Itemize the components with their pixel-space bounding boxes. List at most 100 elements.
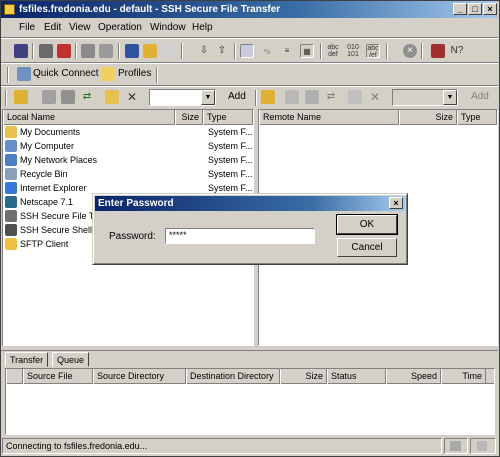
horizontal-splitter[interactable] bbox=[1, 346, 498, 351]
column-direction[interactable] bbox=[6, 369, 23, 384]
delete-icon[interactable]: ✕ bbox=[368, 90, 382, 104]
tab-transfer[interactable]: Transfer bbox=[5, 352, 49, 367]
tab-queue[interactable]: Queue bbox=[52, 352, 90, 367]
dialog-close-button[interactable]: × bbox=[389, 197, 403, 209]
ssh-file-icon bbox=[5, 210, 17, 222]
toolbar-separator bbox=[156, 67, 158, 83]
column-size[interactable]: Size bbox=[175, 110, 203, 125]
toolbar-separator bbox=[421, 43, 423, 59]
view-small-icons-icon[interactable]: ▫₂ bbox=[260, 44, 274, 58]
close-button[interactable]: × bbox=[483, 3, 497, 15]
menu-operation[interactable]: Operation bbox=[98, 22, 142, 33]
column-time[interactable]: Time bbox=[441, 369, 486, 384]
password-dialog: Enter Password × Password: ***** OK Canc… bbox=[92, 193, 408, 265]
refresh-folder-icon[interactable] bbox=[61, 90, 75, 104]
help-icon[interactable]: N? bbox=[450, 44, 464, 58]
column-source-directory[interactable]: Source Directory bbox=[93, 369, 186, 384]
new-terminal-icon[interactable] bbox=[57, 44, 71, 58]
up-folder-icon[interactable] bbox=[261, 90, 275, 104]
up-folder-icon[interactable] bbox=[14, 90, 28, 104]
password-field[interactable]: ***** bbox=[165, 228, 315, 244]
copy-icon[interactable] bbox=[81, 44, 95, 58]
remote-columns-header: Remote Name Size Type bbox=[259, 110, 497, 125]
column-status[interactable]: Status bbox=[327, 369, 386, 384]
remote-path-combo[interactable]: ▼ bbox=[392, 89, 458, 106]
settings-icon[interactable] bbox=[161, 44, 175, 58]
folder-icon[interactable] bbox=[143, 44, 157, 58]
toolbar-grip bbox=[255, 90, 257, 106]
save-icon[interactable] bbox=[14, 44, 28, 58]
find-icon[interactable] bbox=[125, 44, 139, 58]
column-source-file[interactable]: Source File bbox=[23, 369, 93, 384]
column-size[interactable]: Size bbox=[399, 110, 457, 125]
connection-icon bbox=[450, 441, 461, 451]
column-size[interactable]: Size bbox=[280, 369, 327, 384]
download-icon[interactable]: ⇩ bbox=[197, 44, 211, 58]
title-bar[interactable]: fsfiles.fredonia.edu - default - SSH Sec… bbox=[1, 1, 498, 18]
quick-connect-button[interactable]: Quick Connect bbox=[33, 68, 99, 79]
delete-icon[interactable]: ✕ bbox=[125, 90, 139, 104]
window-title: fsfiles.fredonia.edu - default - SSH Sec… bbox=[19, 4, 281, 15]
binary-mode-icon[interactable]: 010 101 bbox=[346, 44, 360, 58]
column-type[interactable]: Type bbox=[457, 110, 497, 125]
folder-docs-icon bbox=[5, 126, 17, 138]
minimize-button[interactable]: _ bbox=[453, 3, 467, 15]
column-local-name[interactable]: Local Name bbox=[3, 110, 175, 125]
ok-button[interactable]: OK bbox=[336, 214, 398, 235]
chevron-down-icon[interactable]: ▼ bbox=[201, 90, 215, 105]
menu-help[interactable]: Help bbox=[192, 22, 213, 33]
column-remote-name[interactable]: Remote Name bbox=[259, 110, 399, 125]
refresh-icon[interactable]: ⇄ bbox=[324, 90, 338, 104]
paste-icon[interactable] bbox=[99, 44, 113, 58]
menu-window[interactable]: Window bbox=[150, 22, 186, 33]
local-path-combo[interactable]: ▼ bbox=[149, 89, 216, 106]
folder-icon bbox=[5, 238, 17, 250]
local-columns-header: Local Name Size Type bbox=[3, 110, 253, 125]
menu-edit[interactable]: Edit bbox=[44, 22, 61, 33]
disconnect-icon[interactable]: × bbox=[403, 44, 417, 58]
menu-file[interactable]: File bbox=[19, 22, 35, 33]
dialog-title-bar[interactable]: Enter Password × bbox=[95, 196, 405, 211]
toolbar-separator bbox=[118, 43, 120, 59]
ascii-mode-icon[interactable]: abc def bbox=[326, 44, 340, 58]
toolbar-separator bbox=[32, 43, 34, 59]
view-large-icons-icon[interactable] bbox=[240, 44, 254, 58]
toolbar-separator bbox=[320, 43, 322, 59]
status-panel-lock bbox=[470, 438, 496, 454]
auto-mode-icon[interactable]: abc/ef bbox=[366, 44, 380, 59]
menu-bar: File Edit View Operation Window Help bbox=[1, 19, 498, 37]
remote-add-button[interactable]: Add bbox=[471, 91, 489, 102]
recycle-bin-icon bbox=[5, 168, 17, 180]
local-add-button[interactable]: Add bbox=[228, 91, 246, 102]
cancel-button[interactable]: Cancel bbox=[337, 238, 397, 257]
netscape-icon bbox=[5, 196, 17, 208]
home-icon[interactable] bbox=[285, 90, 299, 104]
profiles-button[interactable]: Profiles bbox=[118, 68, 151, 79]
transfer-list[interactable]: Source File Source Directory Destination… bbox=[5, 368, 495, 435]
column-speed[interactable]: Speed bbox=[386, 369, 441, 384]
profiles-folder-icon[interactable] bbox=[101, 67, 115, 81]
home-icon[interactable] bbox=[42, 90, 56, 104]
new-folder-icon[interactable] bbox=[348, 90, 362, 104]
upload-icon[interactable]: ⇧ bbox=[215, 44, 229, 58]
lock-icon bbox=[477, 441, 487, 451]
view-list-icon[interactable]: ≡ bbox=[280, 44, 294, 58]
print-icon[interactable] bbox=[39, 44, 53, 58]
maximize-button[interactable]: □ bbox=[468, 3, 482, 15]
new-folder-icon[interactable] bbox=[105, 90, 119, 104]
quick-connect-bar: Quick Connect Profiles bbox=[1, 64, 498, 86]
column-destination-directory[interactable]: Destination Directory bbox=[186, 369, 280, 384]
column-type[interactable]: Type bbox=[203, 110, 253, 125]
quick-connect-icon[interactable] bbox=[17, 67, 31, 81]
view-details-icon[interactable]: ▦ bbox=[300, 44, 314, 58]
transfer-tabs: Transfer Queue bbox=[5, 352, 205, 368]
status-panel-connection bbox=[444, 438, 468, 454]
refresh-icon[interactable]: ⇄ bbox=[80, 90, 94, 104]
refresh-folder-icon[interactable] bbox=[305, 90, 319, 104]
chevron-down-icon[interactable]: ▼ bbox=[443, 90, 457, 105]
password-label: Password: bbox=[109, 231, 156, 242]
toolbar-grip bbox=[7, 67, 9, 83]
book-icon[interactable] bbox=[431, 44, 445, 58]
status-text: Connecting to fsfiles.fredonia.edu... bbox=[2, 438, 442, 454]
menu-view[interactable]: View bbox=[69, 22, 91, 33]
